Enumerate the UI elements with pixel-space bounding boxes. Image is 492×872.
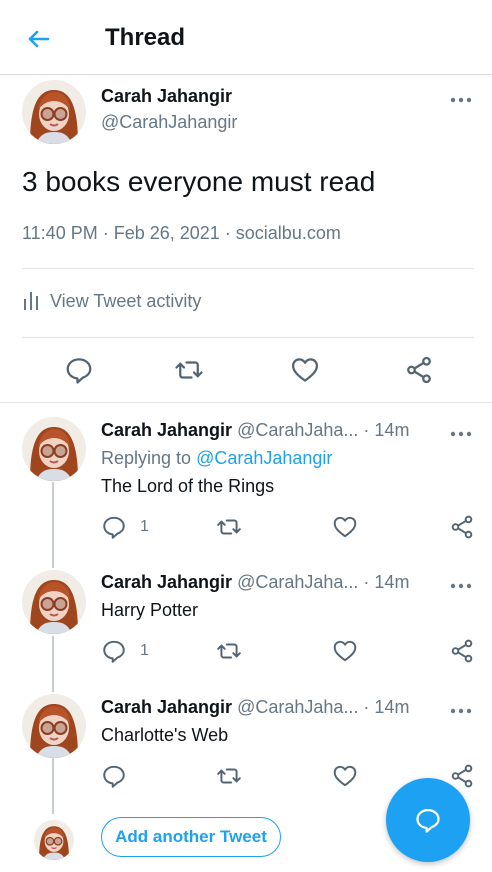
activity-label: View Tweet activity: [50, 291, 202, 311]
tweet-text: Charlotte's Web: [101, 725, 229, 745]
author-handle[interactable]: @CarahJaha...: [237, 697, 358, 717]
reply-icon[interactable]: [101, 763, 127, 789]
author-handle[interactable]: @CarahJaha...: [237, 572, 358, 592]
more-options-icon[interactable]: [450, 578, 472, 588]
replying-to: Replying to @CarahJahangir: [101, 448, 332, 469]
share-icon[interactable]: [449, 514, 475, 540]
tweet-header: Carah Jahangir @CarahJaha... · 14m: [101, 697, 409, 718]
tweet-meta: 11:40 PM · Feb 26, 2021 · socialbu.com: [22, 223, 341, 243]
tweet-text: 3 books everyone must read: [22, 166, 376, 197]
compose-reply-button[interactable]: [386, 778, 470, 862]
avatar: [34, 820, 74, 860]
tweet-text: Harry Potter: [101, 600, 199, 620]
tweet-time: · 14m: [363, 572, 410, 592]
divider: [0, 402, 492, 403]
author-name[interactable]: Carah Jahangir: [101, 572, 232, 592]
author-name[interactable]: Carah Jahangir: [101, 697, 232, 717]
tweet-text: The Lord of the Rings: [101, 476, 275, 496]
more-options-icon[interactable]: [450, 92, 472, 102]
tweet-time: · 14m: [363, 697, 410, 717]
reply-count: 1: [140, 642, 149, 659]
reply-icon[interactable]: [101, 638, 127, 664]
like-icon[interactable]: [332, 514, 358, 540]
retweet-icon[interactable]: [216, 638, 242, 664]
author-name[interactable]: Carah Jahangir: [101, 420, 232, 440]
bar-chart-icon: [22, 290, 40, 315]
avatar[interactable]: [22, 80, 86, 144]
view-activity-link[interactable]: View Tweet activity: [22, 290, 201, 315]
arrow-left-icon[interactable]: [22, 22, 56, 56]
tweet-header: Carah Jahangir @CarahJaha... · 14m: [101, 420, 409, 441]
divider: [22, 268, 474, 269]
avatar[interactable]: [22, 694, 86, 758]
replying-handle-link[interactable]: @CarahJahangir: [196, 448, 332, 468]
more-options-icon[interactable]: [450, 703, 472, 713]
retweet-icon[interactable]: [216, 763, 242, 789]
like-icon[interactable]: [290, 355, 320, 385]
share-icon[interactable]: [449, 763, 475, 789]
reply-icon[interactable]: [101, 514, 127, 540]
top-bar: Thread: [0, 0, 492, 75]
tweet-header: Carah Jahangir @CarahJaha... · 14m: [101, 572, 409, 593]
thread-line: [52, 482, 54, 568]
avatar[interactable]: [22, 570, 86, 634]
thread-line: [52, 636, 54, 692]
reply-count: 1: [140, 518, 149, 535]
author-handle[interactable]: @CarahJaha...: [237, 420, 358, 440]
like-icon[interactable]: [332, 638, 358, 664]
tweet-time: · 14m: [363, 420, 410, 440]
retweet-icon[interactable]: [174, 355, 204, 385]
more-options-icon[interactable]: [450, 426, 472, 436]
replying-prefix: Replying to: [101, 448, 192, 468]
author-handle[interactable]: @CarahJahangir: [101, 112, 237, 133]
reply-icon[interactable]: [64, 355, 94, 385]
like-icon[interactable]: [332, 763, 358, 789]
author-name[interactable]: Carah Jahangir: [101, 86, 232, 107]
avatar[interactable]: [22, 417, 86, 481]
divider: [22, 337, 474, 338]
add-another-tweet-button[interactable]: Add another Tweet: [101, 817, 281, 857]
retweet-icon[interactable]: [216, 514, 242, 540]
share-icon[interactable]: [404, 355, 434, 385]
page-title: Thread: [105, 24, 186, 51]
share-icon[interactable]: [449, 638, 475, 664]
thread-line: [52, 758, 54, 814]
